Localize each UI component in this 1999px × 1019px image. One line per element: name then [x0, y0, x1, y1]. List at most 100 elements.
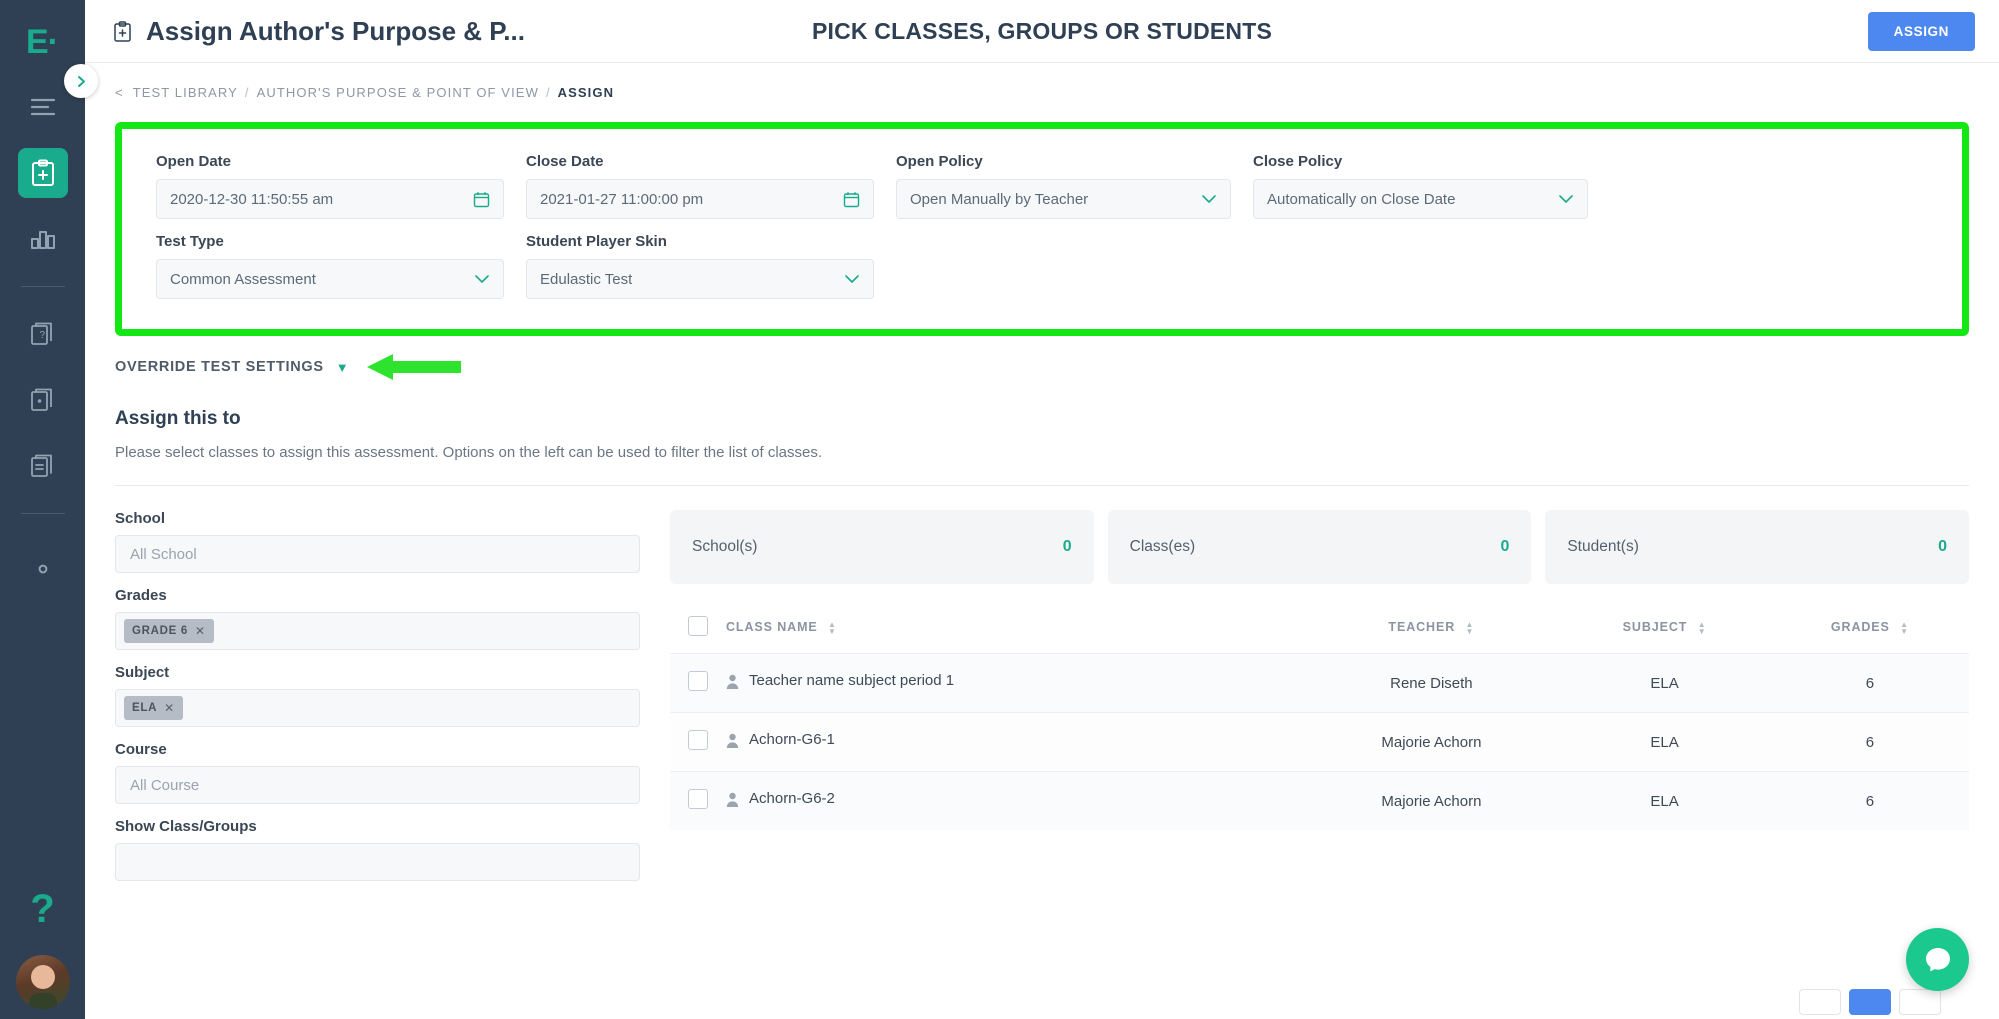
- intercom-chat-button[interactable]: [1906, 928, 1969, 991]
- app-root: E · ? ? Assign Author's Purpose & P... P…: [0, 0, 1999, 1019]
- stat-card-classes[interactable]: Class(es) 0: [1107, 510, 1532, 584]
- assign-section-title: Assign this to: [115, 408, 241, 429]
- sort-icon[interactable]: ▲ ▼: [828, 620, 837, 635]
- open-date-input[interactable]: 2020-12-30 11:50:55 am: [156, 179, 504, 219]
- chevron-down-icon[interactable]: [844, 274, 860, 284]
- menu-icon[interactable]: [18, 82, 68, 132]
- app-logo[interactable]: E ·: [0, 18, 85, 66]
- table-row[interactable]: Achorn-G6-2 Majorie Achorn ELA 6: [670, 771, 1969, 830]
- sidebar-item-assignments[interactable]: [17, 148, 68, 198]
- topbar-right: ASSIGN: [1867, 11, 1975, 51]
- breadcrumb-separator-1: /: [244, 85, 250, 100]
- filter-school-value: All School: [130, 545, 197, 563]
- stat-card-students-label: Student(s): [1567, 538, 1639, 555]
- row-teacher-cell: Majorie Achorn: [1304, 771, 1559, 830]
- pagination-next[interactable]: [1899, 989, 1941, 1015]
- stat-card-students[interactable]: Student(s) 0: [1545, 510, 1970, 584]
- pagination: [1799, 989, 1941, 1015]
- stat-card-students-value: 0: [1938, 538, 1948, 555]
- filter-label-subject: Subject: [115, 664, 170, 681]
- classes-table: CLASS NAME ▲ ▼ TEACHER ▲ ▼ SUBJECT ▲ ▼ G…: [670, 604, 1969, 830]
- stat-card-schools[interactable]: School(s) 0: [670, 510, 1094, 584]
- settings-spacer-2: [1253, 233, 1588, 299]
- main-content: Assign Author's Purpose & P... PICK CLAS…: [85, 0, 1999, 1019]
- person-icon: [726, 674, 739, 694]
- override-test-settings-label[interactable]: OVERRIDE TEST SETTINGS: [115, 359, 324, 375]
- selection-summary-cards: School(s) 0 Class(es) 0 Student(s) 0: [670, 510, 1970, 584]
- breadcrumb-item-test-name[interactable]: AUTHOR'S PURPOSE & POINT OF VIEW: [257, 85, 539, 100]
- sort-icon[interactable]: ▲ ▼: [1698, 620, 1707, 635]
- pagination-prev[interactable]: [1799, 989, 1841, 1015]
- settings-icon[interactable]: [18, 544, 68, 594]
- row-class-name-cell: Achorn-G6-2: [726, 771, 1305, 830]
- chevron-down-icon[interactable]: [1201, 194, 1217, 204]
- results-panel: School(s) 0 Class(es) 0 Student(s) 0 CLA…: [670, 486, 1970, 895]
- filter-tag-grade[interactable]: GRADE 6 ✕: [124, 619, 214, 643]
- column-header-class-name[interactable]: CLASS NAME ▲ ▼: [726, 604, 1305, 654]
- close-date-label: Close Date: [526, 153, 604, 170]
- row-subject-cell: ELA: [1558, 653, 1771, 713]
- player-skin-select[interactable]: Edulastic Test: [526, 259, 874, 299]
- column-header-subject[interactable]: SUBJECT ▲ ▼: [1558, 604, 1771, 654]
- assign-button[interactable]: ASSIGN: [1867, 11, 1975, 51]
- test-settings-panel: Open Date 2020-12-30 11:50:55 am Close D…: [115, 122, 1969, 336]
- filter-show-class-groups-input[interactable]: [115, 843, 640, 881]
- chevron-down-icon[interactable]: [474, 274, 490, 284]
- table-row[interactable]: Achorn-G6-1 Majorie Achorn ELA 6: [670, 712, 1969, 772]
- svg-text:?: ?: [39, 330, 45, 341]
- column-header-grades[interactable]: GRADES ▲ ▼: [1771, 604, 1969, 654]
- filter-tag-subject[interactable]: ELA ✕: [124, 696, 183, 720]
- open-policy-select[interactable]: Open Manually by Teacher: [896, 179, 1231, 219]
- row-subject-cell: ELA: [1558, 712, 1771, 772]
- top-bar: Assign Author's Purpose & P... PICK CLAS…: [85, 0, 1999, 63]
- column-header-teacher-label: TEACHER: [1388, 620, 1456, 635]
- help-icon[interactable]: ?: [30, 889, 54, 929]
- row-teacher-cell: Majorie Achorn: [1304, 712, 1559, 772]
- sidebar-item-question-bank[interactable]: ?: [18, 309, 68, 359]
- sidebar-item-insights[interactable]: [18, 214, 68, 264]
- filter-course-input[interactable]: All Course: [115, 766, 640, 804]
- breadcrumb-back-icon[interactable]: <: [115, 85, 124, 100]
- override-test-settings-row: OVERRIDE TEST SETTINGS ▼: [85, 336, 1999, 382]
- column-header-teacher[interactable]: TEACHER ▲ ▼: [1305, 604, 1559, 654]
- filter-school-input[interactable]: All School: [115, 535, 640, 573]
- row-class-name-cell: Teacher name subject period 1: [726, 653, 1305, 713]
- breadcrumb-item-test-library[interactable]: TEST LIBRARY: [133, 85, 238, 100]
- avatar[interactable]: [15, 955, 70, 1009]
- sidebar-item-playlists[interactable]: [18, 441, 68, 491]
- row-checkbox[interactable]: [688, 730, 708, 750]
- pagination-page-1[interactable]: [1849, 989, 1891, 1015]
- assign-columns: School All School Grades GRADE 6 ✕ Subje…: [115, 486, 1970, 895]
- select-all-checkbox[interactable]: [688, 616, 708, 636]
- row-checkbox[interactable]: [688, 671, 708, 691]
- sidebar-divider-2: [20, 513, 65, 514]
- filter-subject-input[interactable]: ELA ✕: [115, 689, 640, 727]
- close-date-input[interactable]: 2021-01-27 11:00:00 pm: [526, 179, 874, 219]
- close-icon[interactable]: ✕: [195, 624, 206, 638]
- sort-icon[interactable]: ▲ ▼: [1900, 620, 1909, 635]
- logo-letter: E: [25, 22, 49, 61]
- breadcrumb-separator-2: /: [545, 85, 551, 100]
- breadcrumb-item-assign: ASSIGN: [557, 85, 615, 100]
- row-grades-cell: 6: [1770, 653, 1969, 713]
- test-type-select[interactable]: Common Assessment: [156, 259, 504, 299]
- row-checkbox[interactable]: [688, 789, 708, 809]
- sidebar-collapse-toggle[interactable]: [64, 64, 98, 98]
- assign-section-subtitle: Please select classes to assign this ass…: [115, 444, 823, 461]
- column-header-subject-label: SUBJECT: [1622, 620, 1688, 635]
- table-row[interactable]: Teacher name subject period 1 Rene Diset…: [670, 653, 1969, 713]
- close-policy-select[interactable]: Automatically on Close Date: [1253, 179, 1588, 219]
- filter-grades-input[interactable]: GRADE 6 ✕: [115, 612, 640, 650]
- chevron-down-icon[interactable]: [1558, 194, 1574, 204]
- calendar-icon[interactable]: [473, 191, 490, 208]
- column-header-grades-label: GRADES: [1830, 620, 1890, 635]
- calendar-icon[interactable]: [843, 191, 860, 208]
- sort-icon[interactable]: ▲ ▼: [1466, 620, 1475, 635]
- chevron-down-icon[interactable]: ▼: [336, 360, 349, 375]
- select-all-header: [670, 604, 726, 654]
- row-teacher-cell: Rene Diseth: [1304, 653, 1559, 713]
- close-icon[interactable]: ✕: [164, 701, 175, 715]
- person-icon: [726, 733, 739, 753]
- page-title: Assign Author's Purpose & P...: [146, 15, 525, 46]
- sidebar-item-item-bank[interactable]: [18, 375, 68, 425]
